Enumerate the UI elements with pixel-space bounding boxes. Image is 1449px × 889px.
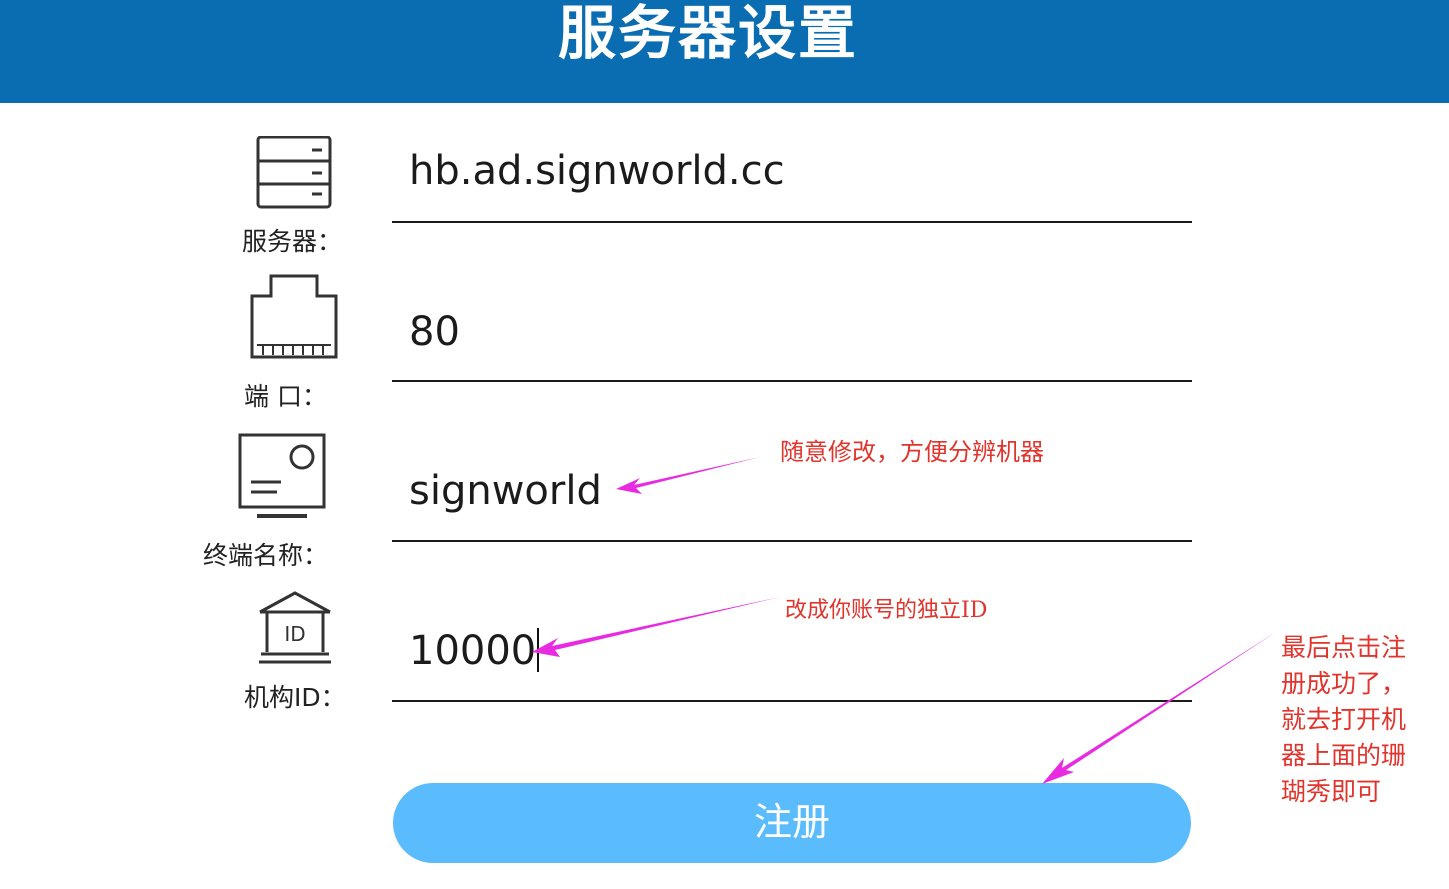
arrow-to-org-id: [532, 597, 780, 657]
arrow-to-register-button: [1042, 632, 1276, 784]
annotation-arrows: [532, 457, 1276, 784]
arrow-to-terminal-name: [616, 457, 760, 494]
